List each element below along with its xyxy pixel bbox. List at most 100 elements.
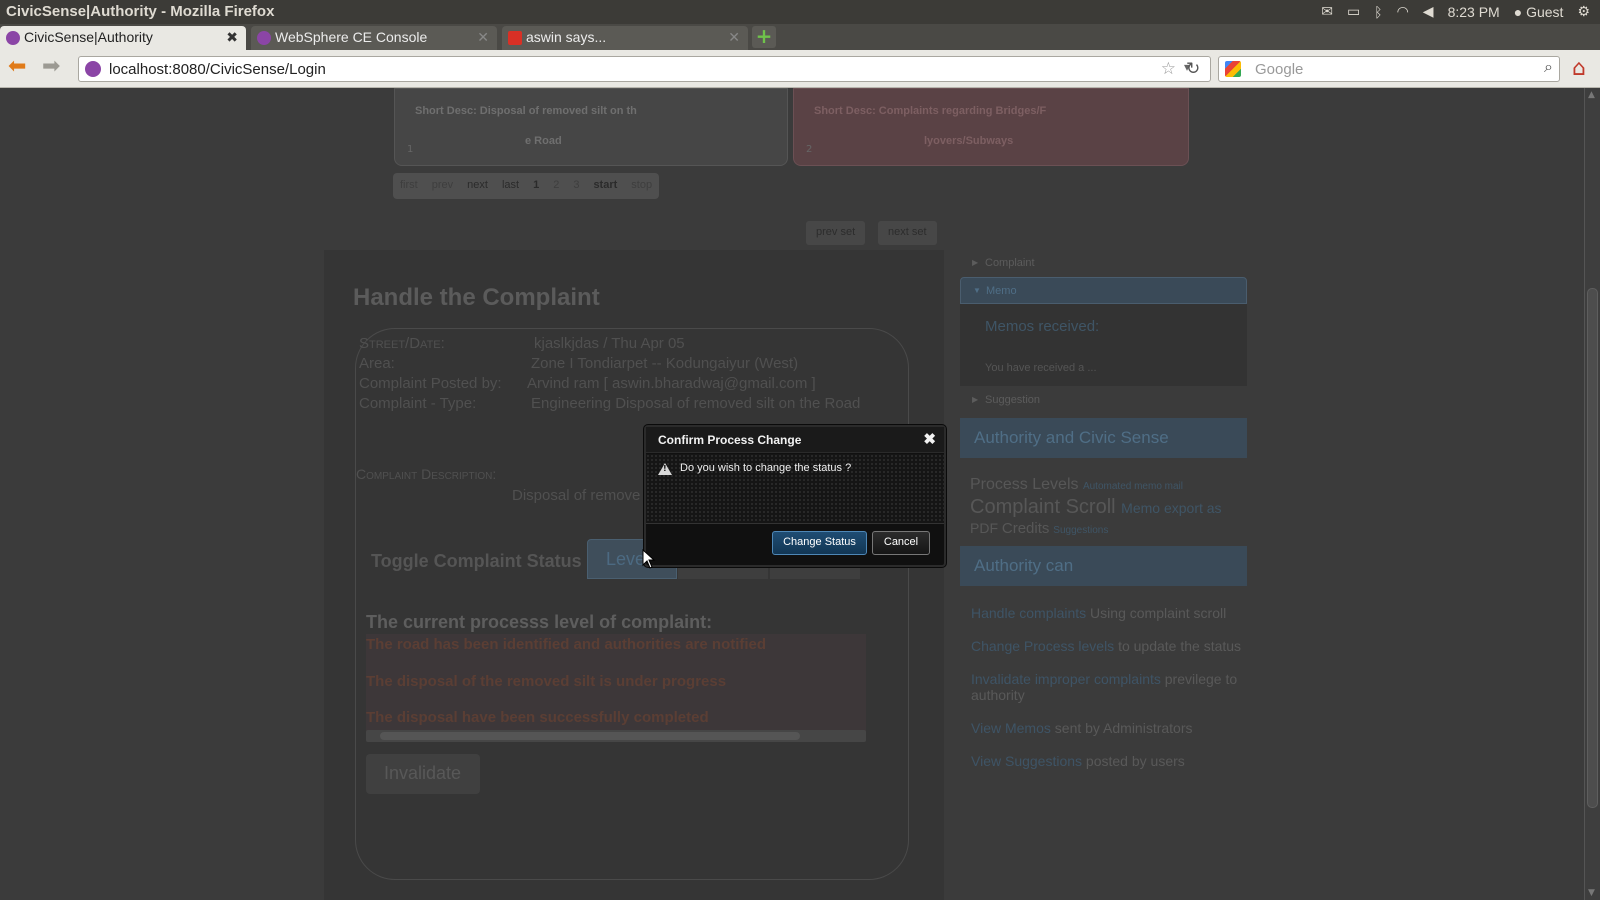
tag-complaint-scroll[interactable]: Complaint Scroll bbox=[970, 496, 1116, 518]
search-placeholder: Google bbox=[1255, 61, 1304, 78]
accordion-memo[interactable]: ▼ Memo Memos received: You have received … bbox=[960, 277, 1247, 386]
wifi-icon[interactable]: ◠ bbox=[1397, 3, 1409, 20]
card-pager: first prev next last 1 2 3 start stop bbox=[393, 173, 660, 199]
tab-levels-label: Leve bbox=[606, 549, 646, 569]
gear-icon[interactable]: ⚙ bbox=[1577, 3, 1590, 20]
authority-link[interactable]: View Suggestions bbox=[971, 753, 1082, 769]
pager-page-1[interactable]: 1 bbox=[526, 173, 547, 199]
pager-start[interactable]: start bbox=[586, 173, 625, 199]
close-icon[interactable]: ✕ bbox=[728, 29, 740, 46]
prev-set-button[interactable]: prev set bbox=[806, 221, 866, 245]
complaint-card[interactable]: Short Desc: Disposal of removed silt on … bbox=[394, 88, 788, 166]
authority-item: Change Process levels to update the stat… bbox=[971, 638, 1251, 654]
tag-pdf[interactable]: PDF bbox=[970, 520, 998, 536]
pager-next[interactable]: next bbox=[460, 173, 495, 199]
scroll-up-icon[interactable]: ▲ bbox=[1588, 90, 1595, 100]
complaint-card[interactable]: Short Desc: Complaints regarding Bridges… bbox=[793, 88, 1189, 166]
scrollbar-thumb[interactable] bbox=[380, 732, 800, 740]
tag-credits[interactable]: Credits bbox=[1002, 520, 1050, 537]
forward-arrow-icon[interactable]: ➡ bbox=[42, 56, 60, 78]
accordion-suggestion[interactable]: ▶ Suggestion bbox=[960, 387, 1247, 414]
mail-icon[interactable]: ✉ bbox=[1321, 3, 1333, 20]
clock[interactable]: 8:23 PM bbox=[1448, 4, 1500, 20]
complaint-type-value: Engineering Disposal of removed silt on … bbox=[531, 395, 861, 412]
invalidate-button[interactable]: Invalidate bbox=[366, 754, 480, 794]
section-heading: Authority can bbox=[960, 546, 1247, 586]
process-level-item[interactable]: The road has been identified and authori… bbox=[366, 636, 766, 653]
tab-civicsense[interactable]: CivicSense|Authority ✖ bbox=[0, 26, 246, 50]
authority-text: sent by Administrators bbox=[1050, 720, 1193, 736]
tab-gmail[interactable]: aswin says... ✕ bbox=[502, 26, 748, 50]
posted-by-value: Arvind ram [ aswin.bharadwaj@gmail.com ] bbox=[527, 375, 816, 392]
dialog-title: Confirm Process Change bbox=[658, 433, 802, 447]
confirm-dialog: Confirm Process Change ✖ Do you wish to … bbox=[644, 425, 946, 567]
tab-websphere[interactable]: WebSphere CE Console ✕ bbox=[251, 26, 497, 50]
bookmark-star-icon[interactable]: ☆ bbox=[1161, 59, 1176, 79]
gmail-icon bbox=[508, 31, 522, 45]
dialog-title-bar[interactable]: Confirm Process Change ✖ bbox=[646, 427, 944, 453]
section-heading: Authority and Civic Sense bbox=[960, 418, 1247, 458]
dialog-body: Do you wish to change the status ? bbox=[646, 454, 944, 524]
tag-memo-export[interactable]: Memo export as bbox=[1121, 500, 1221, 516]
authority-item: Invalidate improper complaints previlege… bbox=[971, 671, 1251, 703]
cancel-button[interactable]: Cancel bbox=[872, 531, 930, 555]
reload-icon[interactable]: ↻ bbox=[1186, 59, 1200, 79]
user-menu[interactable]: ● Guest bbox=[1514, 4, 1564, 20]
authority-link[interactable]: Handle complaints bbox=[971, 605, 1086, 621]
new-tab-button[interactable]: + bbox=[752, 26, 776, 48]
card-desc: Short Desc: Complaints regarding Bridges… bbox=[814, 105, 1047, 117]
tag-automated-memo[interactable]: Automated memo mail bbox=[1083, 481, 1183, 492]
pager-prev[interactable]: prev bbox=[424, 173, 461, 199]
pager-page-3[interactable]: 3 bbox=[566, 173, 587, 199]
home-icon[interactable]: ⌂ bbox=[1572, 56, 1596, 81]
vertical-scrollbar[interactable]: ▲ ▼ bbox=[1584, 88, 1600, 900]
pager-first[interactable]: first bbox=[393, 173, 425, 199]
scroll-down-icon[interactable]: ▼ bbox=[1588, 888, 1595, 898]
close-icon[interactable]: ✖ bbox=[923, 430, 936, 448]
authority-item: View Memos sent by Administrators bbox=[971, 720, 1251, 736]
url-bar[interactable]: localhost:8080/CivicSense/Login ☆ ▾ bbox=[78, 56, 1211, 82]
authority-link[interactable]: Invalidate improper complaints bbox=[971, 671, 1161, 687]
memos-received-label: Memos received: bbox=[985, 318, 1100, 335]
authority-link[interactable]: View Memos bbox=[971, 720, 1051, 736]
change-status-button[interactable]: Change Status bbox=[772, 531, 867, 555]
process-level-item[interactable]: The disposal have been successfully comp… bbox=[366, 709, 709, 726]
user-name: Guest bbox=[1526, 3, 1564, 20]
site-identity-icon[interactable] bbox=[85, 61, 101, 77]
complaint-description-label: Complaint Description: bbox=[356, 466, 497, 482]
close-icon[interactable]: ✕ bbox=[477, 29, 489, 46]
search-input[interactable]: Google ⌕ bbox=[1218, 56, 1560, 82]
back-arrow-icon[interactable]: ⬅ bbox=[8, 56, 26, 78]
tab-strip: CivicSense|Authority ✖ WebSphere CE Cons… bbox=[0, 24, 1600, 50]
complaint-description-value: Disposal of remove bbox=[512, 487, 641, 504]
pager-last[interactable]: last bbox=[494, 173, 527, 199]
google-icon[interactable] bbox=[1225, 61, 1241, 77]
scrollbar-thumb[interactable] bbox=[1587, 288, 1598, 808]
accordion-header[interactable]: ▶ Complaint bbox=[960, 250, 1247, 277]
volume-icon[interactable]: ◀ bbox=[1423, 3, 1434, 20]
tag-suggestions[interactable]: Suggestions bbox=[1053, 525, 1108, 536]
card-number: 1 bbox=[407, 144, 414, 155]
accordion-header[interactable]: ▶ Suggestion bbox=[960, 387, 1247, 414]
tag-process-levels[interactable]: Process Levels bbox=[970, 476, 1079, 493]
triangle-down-icon: ▼ bbox=[973, 286, 981, 295]
authority-link[interactable]: Change Process levels bbox=[971, 638, 1114, 654]
battery-icon[interactable]: ▭ bbox=[1347, 3, 1360, 20]
accordion-header[interactable]: ▼ Memo bbox=[960, 277, 1247, 304]
search-icon[interactable]: ⌕ bbox=[1544, 59, 1553, 77]
accordion-label: Complaint bbox=[985, 257, 1035, 269]
process-level-item[interactable]: The disposal of the removed silt is unde… bbox=[366, 673, 726, 690]
horizontal-scrollbar[interactable] bbox=[366, 730, 866, 742]
accordion-complaint[interactable]: ▶ Complaint bbox=[960, 250, 1247, 277]
memo-preview[interactable]: You have received a ... bbox=[985, 362, 1097, 374]
pager-page-2[interactable]: 2 bbox=[546, 173, 567, 199]
tab-label: aswin says... bbox=[526, 29, 607, 45]
bluetooth-icon[interactable]: ᛒ bbox=[1374, 4, 1382, 20]
complaint-type-label: Complaint - Type: bbox=[359, 395, 477, 412]
close-icon[interactable]: ✖ bbox=[226, 29, 238, 46]
card-desc-cont: lyovers/Subways bbox=[924, 135, 1014, 147]
card-desc: Short Desc: Disposal of removed silt on … bbox=[415, 105, 637, 117]
street-date-value: kjaslkjdas / Thu Apr 05 bbox=[534, 335, 685, 352]
pager-stop[interactable]: stop bbox=[624, 173, 660, 199]
next-set-button[interactable]: next set bbox=[878, 221, 937, 245]
